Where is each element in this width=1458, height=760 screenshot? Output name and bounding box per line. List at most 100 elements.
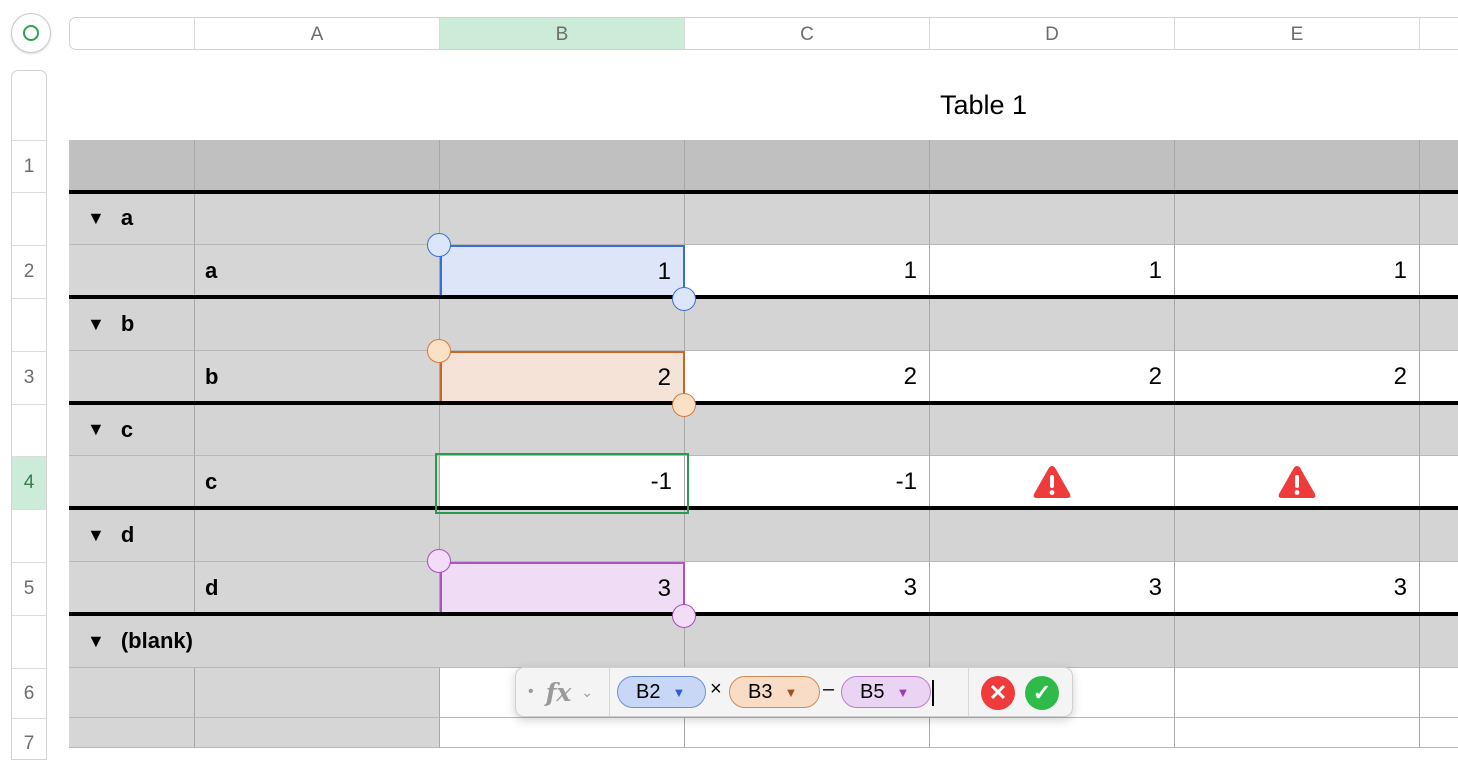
collapse-triangle-icon[interactable]: ▼ xyxy=(87,314,105,335)
row-header-1[interactable]: 1 xyxy=(12,141,46,193)
cell-f5[interactable] xyxy=(1420,562,1458,615)
warning-triangle-icon[interactable] xyxy=(1277,464,1317,500)
drag-dot-icon[interactable]: • xyxy=(528,683,534,701)
row-label-cell[interactable]: d xyxy=(195,562,440,615)
row-label-cell[interactable]: b xyxy=(195,351,440,404)
group-cell[interactable] xyxy=(440,298,685,351)
collapse-triangle-icon[interactable]: ▼ xyxy=(87,525,105,546)
row-header-4[interactable]: 4 xyxy=(12,457,46,510)
cell-f2[interactable] xyxy=(1420,245,1458,298)
row-label-cell[interactable]: a xyxy=(195,245,440,298)
row-cell[interactable] xyxy=(69,456,195,509)
column-header-b[interactable]: B xyxy=(440,18,685,49)
group-row-d[interactable]: ▼ d xyxy=(69,509,195,562)
header-cell[interactable] xyxy=(1420,140,1458,192)
accept-formula-button[interactable]: ✓ xyxy=(1025,676,1059,710)
group-row-a[interactable]: ▼ a xyxy=(69,192,195,245)
group-cell[interactable] xyxy=(440,509,685,562)
cell-e4-error[interactable] xyxy=(1175,456,1420,509)
header-cell[interactable] xyxy=(685,140,930,192)
header-cell[interactable] xyxy=(440,140,685,192)
row-label-cell[interactable] xyxy=(195,668,440,718)
group-row-c[interactable]: ▼ c xyxy=(69,404,195,456)
row-label-cell[interactable]: c xyxy=(195,456,440,509)
group-cell[interactable] xyxy=(1420,404,1458,456)
row-cell[interactable] xyxy=(69,245,195,298)
formula-editor[interactable]: • fx ⌄ B2 ▼ × B3 ▼ – B5 ▼ ✕ ✓ xyxy=(515,667,1073,717)
cell-d3[interactable]: 2 xyxy=(930,351,1175,404)
cell-c4[interactable]: -1 xyxy=(685,456,930,509)
group-cell[interactable] xyxy=(1420,615,1458,668)
group-cell[interactable] xyxy=(195,192,440,245)
cell-f6[interactable] xyxy=(1420,668,1458,718)
collapse-triangle-icon[interactable]: ▼ xyxy=(87,631,105,652)
cell-d4-error[interactable] xyxy=(930,456,1175,509)
reference-handle-b3-top[interactable] xyxy=(427,339,451,363)
group-cell[interactable] xyxy=(930,298,1175,351)
group-cell[interactable] xyxy=(685,298,930,351)
table-title[interactable]: Table 1 xyxy=(940,90,1027,121)
header-cell[interactable] xyxy=(1175,140,1420,192)
cell-b5-referenced[interactable]: 3 xyxy=(440,562,685,615)
cell-f4[interactable] xyxy=(1420,456,1458,509)
select-all-button[interactable] xyxy=(11,13,51,53)
group-cell[interactable] xyxy=(930,509,1175,562)
header-cell[interactable] xyxy=(195,140,440,192)
row-header-3[interactable]: 3 xyxy=(12,352,46,405)
cell-b3-referenced[interactable]: 2 xyxy=(440,351,685,404)
cancel-formula-button[interactable]: ✕ xyxy=(981,676,1015,710)
cell-e6[interactable] xyxy=(1175,668,1420,718)
row-cell[interactable] xyxy=(69,562,195,615)
row-header-2[interactable]: 2 xyxy=(12,246,46,299)
column-header-d[interactable]: D xyxy=(930,18,1175,49)
function-menu-button[interactable]: • fx ⌄ xyxy=(516,668,610,716)
header-cell[interactable] xyxy=(930,140,1175,192)
reference-handle-b2-top[interactable] xyxy=(427,233,451,257)
cell-b2-referenced[interactable]: 1 xyxy=(440,245,685,298)
group-cell[interactable] xyxy=(1175,298,1420,351)
group-row-b[interactable]: ▼ b xyxy=(69,298,195,351)
cell-e5[interactable]: 3 xyxy=(1175,562,1420,615)
row-header-7[interactable]: 7 xyxy=(12,719,46,759)
group-cell[interactable] xyxy=(1420,298,1458,351)
group-cell[interactable] xyxy=(440,404,685,456)
group-cell[interactable] xyxy=(440,192,685,245)
cell-e2[interactable]: 1 xyxy=(1175,245,1420,298)
row-header-5[interactable]: 5 xyxy=(12,563,46,616)
token-dropdown-icon[interactable]: ▼ xyxy=(784,685,797,700)
cell-d2[interactable]: 1 xyxy=(930,245,1175,298)
group-cell[interactable] xyxy=(1175,509,1420,562)
token-dropdown-icon[interactable]: ▼ xyxy=(896,685,909,700)
reference-handle-b2-bottom[interactable] xyxy=(672,287,696,311)
group-cell[interactable] xyxy=(1175,192,1420,245)
cell-c3[interactable]: 2 xyxy=(685,351,930,404)
group-cell[interactable] xyxy=(195,404,440,456)
column-header-e[interactable]: E xyxy=(1175,18,1420,49)
group-cell[interactable] xyxy=(930,404,1175,456)
cell-c2[interactable]: 1 xyxy=(685,245,930,298)
group-cell[interactable] xyxy=(1420,509,1458,562)
cell-c5[interactable]: 3 xyxy=(685,562,930,615)
group-cell[interactable] xyxy=(930,192,1175,245)
cell-d5[interactable]: 3 xyxy=(930,562,1175,615)
reference-handle-b3-bottom[interactable] xyxy=(672,393,696,417)
group-cell[interactable] xyxy=(685,615,930,668)
group-cell[interactable] xyxy=(1420,192,1458,245)
reference-handle-b5-top[interactable] xyxy=(427,549,451,573)
group-cell[interactable] xyxy=(685,509,930,562)
cell-f3[interactable] xyxy=(1420,351,1458,404)
row-cell[interactable] xyxy=(69,351,195,404)
cell-e3[interactable]: 2 xyxy=(1175,351,1420,404)
token-dropdown-icon[interactable]: ▼ xyxy=(672,685,685,700)
collapse-triangle-icon[interactable]: ▼ xyxy=(87,419,105,440)
row-header-6[interactable]: 6 xyxy=(12,669,46,719)
column-header-c[interactable]: C xyxy=(685,18,930,49)
formula-token-b2[interactable]: B2 ▼ xyxy=(617,676,706,708)
row-cell[interactable] xyxy=(69,668,195,718)
group-cell[interactable] xyxy=(195,509,440,562)
group-cell[interactable] xyxy=(685,404,930,456)
group-cell[interactable] xyxy=(440,615,685,668)
group-cell[interactable] xyxy=(685,192,930,245)
formula-token-b3[interactable]: B3 ▼ xyxy=(729,676,820,708)
group-cell[interactable] xyxy=(195,298,440,351)
